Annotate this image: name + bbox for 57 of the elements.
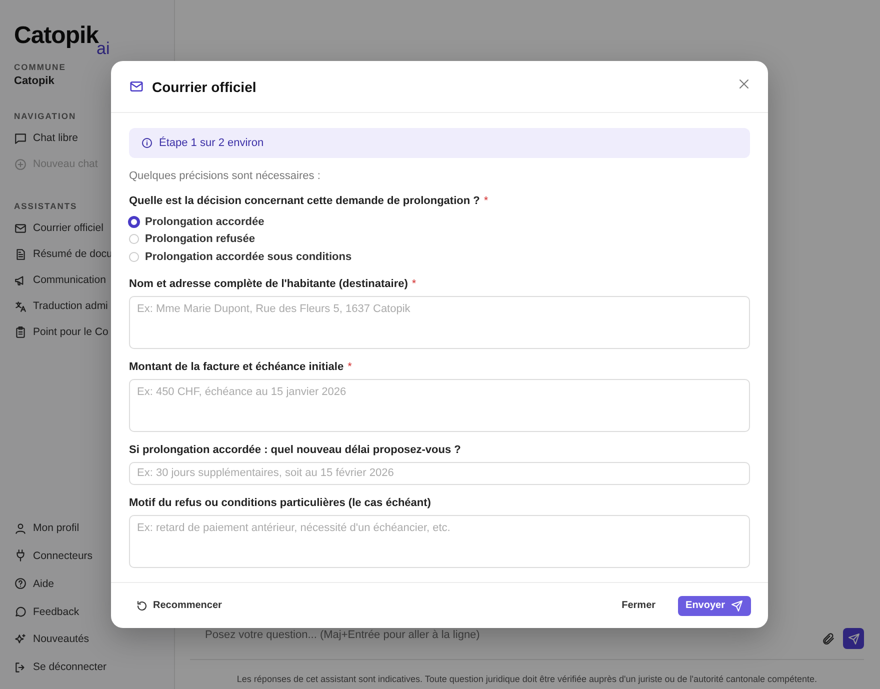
dialog-title: Courrier officiel <box>152 78 258 94</box>
sidebar-item[interactable]: Courrier officiel <box>14 215 104 241</box>
option-label[interactable]: Prolongation accordée sous conditions <box>145 250 352 263</box>
step-text: Étape 1 sur 2 environ <box>159 137 264 149</box>
send-button[interactable]: Envoyer <box>678 596 751 616</box>
send-icon <box>731 600 743 612</box>
sidebar-item[interactable]: Aide <box>14 570 107 598</box>
sidebar-item[interactable]: Communication <box>14 267 106 293</box>
plus-icon <box>14 158 27 170</box>
restart-icon <box>136 600 148 612</box>
commune-name: Catopik <box>14 75 54 87</box>
required-mark: * <box>484 195 488 207</box>
question-label: Si prolongation accordée : quel nouveau délai proposez-vous ? <box>129 444 461 456</box>
sidebar-item[interactable]: Feedback <box>14 598 107 626</box>
required-mark: * <box>348 360 352 372</box>
question-label: Motif du refus ou conditions particulières (le cas échéant) <box>129 496 431 508</box>
question-label: Nom et adresse complète de l'habitante (destinataire) <box>129 278 408 290</box>
option-label[interactable]: Prolongation accordée <box>145 216 264 228</box>
sidebar-item[interactable]: Point pour le Co <box>14 319 108 345</box>
question-label: Quelle est la décision concernant cette demande de prolongation ? <box>129 195 480 207</box>
restart-button[interactable]: Recommencer <box>136 600 608 612</box>
logout-icon <box>14 660 27 674</box>
document-icon <box>14 248 27 260</box>
question-label: Montant de la facture et échéance initiale <box>129 360 344 372</box>
section-label: ASSISTANTS <box>14 201 78 211</box>
required-mark: * <box>412 278 416 290</box>
mail-icon <box>129 79 144 94</box>
plug-icon <box>14 549 27 562</box>
close-icon[interactable] <box>738 78 750 90</box>
section-label: COMMUNE <box>14 62 66 72</box>
info-icon <box>141 137 153 149</box>
logo-text: Catopik <box>14 22 99 49</box>
section-label: NAVIGATION <box>14 111 76 121</box>
paperclip-icon[interactable] <box>821 632 835 646</box>
option-label[interactable]: Prolongation refusée <box>145 233 256 246</box>
speech-bubble-icon <box>14 605 27 618</box>
user-icon <box>14 522 27 535</box>
clipboard-icon <box>14 326 27 338</box>
chat-icon <box>14 132 27 144</box>
send-icon <box>848 632 860 644</box>
disclaimer-text: Les réponses de cet assistant sont indicatives. Toute question juridique doit être vérifiée auprès d'un juriste ou de l'autorité cantonale compétente. <box>236 673 818 686</box>
sidebar-item[interactable]: Se déconnecter <box>14 653 107 681</box>
logo-suffix: ai <box>96 39 110 59</box>
message-placeholder[interactable]: Posez votre question... (Maj+Entrée pour aller à la ligne) <box>205 624 821 641</box>
send-button[interactable] <box>843 628 864 649</box>
sidebar-item[interactable]: Chat libre <box>14 125 78 151</box>
sparkles-icon <box>14 632 27 646</box>
intro-text: Quelques précisions sont nécessaires : <box>129 170 322 182</box>
close-button[interactable]: Fermer <box>616 596 662 615</box>
sidebar-item[interactable]: Mon profil <box>14 514 107 542</box>
mail-icon <box>14 222 27 234</box>
help-icon <box>14 577 27 590</box>
translate-icon <box>14 300 27 312</box>
sidebar-item[interactable]: Nouveautés <box>14 625 107 654</box>
sidebar-item[interactable]: Traduction admi <box>14 293 108 319</box>
sidebar-item[interactable]: Connecteurs <box>14 542 107 570</box>
radio-button[interactable] <box>128 216 140 228</box>
